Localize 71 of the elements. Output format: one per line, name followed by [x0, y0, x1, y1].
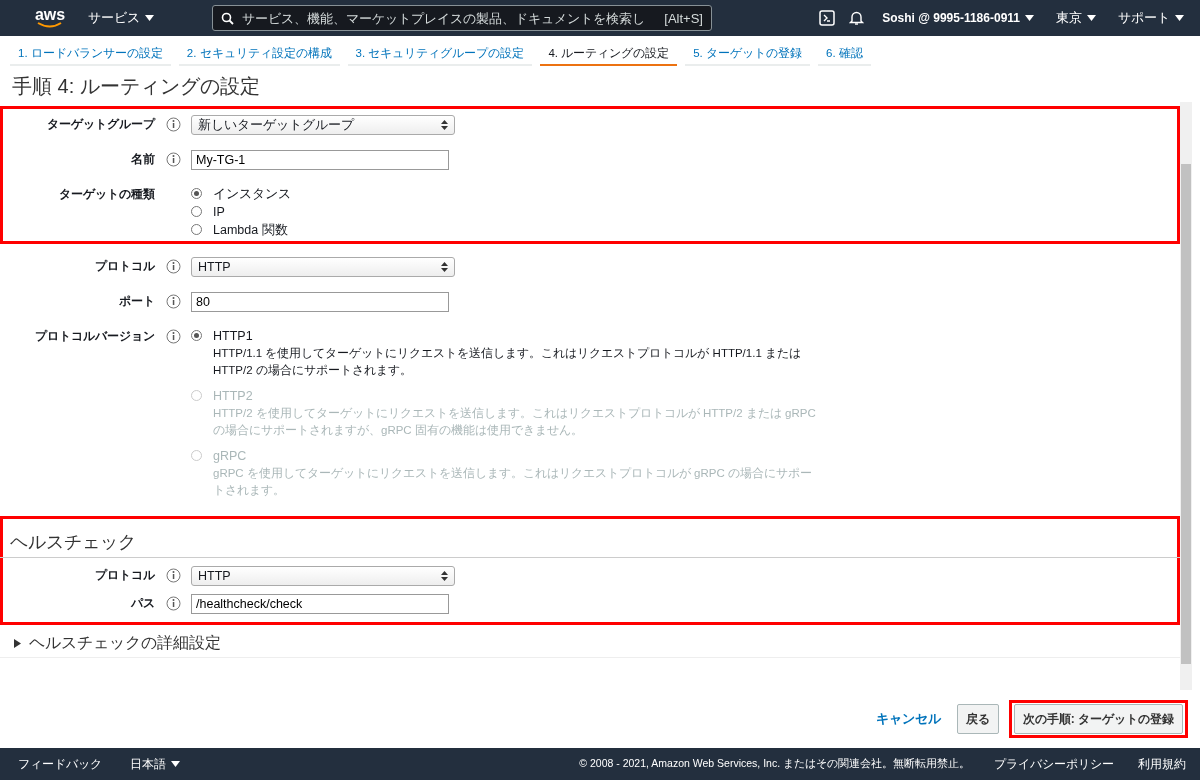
radio-label: IP [213, 204, 226, 221]
field-label: ターゲットの種類 [58, 186, 155, 202]
radio-button[interactable] [191, 330, 202, 341]
updown-arrows-icon [441, 571, 448, 581]
updown-arrows-icon [441, 262, 448, 272]
expander-toggle[interactable]: ヘルスチェックの詳細設定 [0, 629, 235, 657]
info-icon[interactable] [166, 259, 181, 274]
bell-icon[interactable] [849, 10, 865, 26]
radio-button[interactable] [191, 224, 202, 235]
step-tab[interactable]: 1. ロードバランサーの設定 [10, 42, 171, 66]
field-label: ポート [118, 293, 155, 309]
dropdown[interactable]: HTTP [191, 566, 455, 586]
dropdown[interactable]: 新しいターゲットグループ [191, 115, 455, 135]
search-field[interactable]: サービス、機能、マーケットプレイスの製品、ドキュメントを検索し [Alt+S] [212, 5, 712, 31]
next-button[interactable]: 次の手順: ターゲットの登録 [1013, 704, 1183, 734]
step-tab[interactable]: 3. セキュリティグループの設定 [347, 42, 533, 66]
privacy-link[interactable]: プライバシーポリシー [994, 755, 1114, 773]
region-menu[interactable]: 東京 [1052, 9, 1100, 27]
info-icon[interactable] [166, 294, 181, 309]
step-tab[interactable]: 5. ターゲットの登録 [685, 42, 810, 66]
account-menu[interactable]: Soshi @ 9995-1186-0911 [878, 11, 1038, 25]
shortcut-hint: [Alt+S] [664, 10, 703, 26]
field-label: プロトコル [94, 258, 155, 274]
page-title: 手順 4: ルーティングの設定 [12, 74, 261, 98]
caret-icon [171, 761, 180, 767]
caret-icon [1087, 15, 1096, 21]
radio-label: gRPC [213, 448, 248, 465]
services-menu[interactable]: サービス [84, 9, 158, 27]
back-button[interactable]: 戻る [956, 704, 999, 734]
input-field[interactable]: /healthcheck/check [191, 594, 449, 614]
radio-label: HTTP1 [213, 328, 254, 345]
field-label: プロトコルバージョン [34, 328, 155, 344]
option-description: gRPC を使用してターゲットにリクエストを送信します。これはリクエストプロトコルが gRPC の場合にサポートされます。 [213, 466, 813, 498]
caret-icon [14, 638, 21, 648]
info-icon[interactable] [166, 329, 181, 344]
language-menu[interactable]: 日本語 [126, 755, 184, 773]
field-label: プロトコル [94, 567, 155, 583]
option-description: HTTP/2 を使用してターゲットにリクエストを送信します。これはリクエストプロトコルが HTTP/2 または gRPC の場合にサポートされますが、gRPC 固有の機能は使用できません。 [213, 406, 817, 438]
feedback-link[interactable]: フィードバック [18, 755, 102, 773]
section-heading: ヘルスチェック [0, 523, 1180, 558]
aws-logo[interactable]: aws [30, 8, 70, 28]
scrollbar[interactable] [1180, 102, 1192, 690]
info-icon[interactable] [166, 596, 181, 611]
caret-icon [1175, 15, 1184, 21]
caret-icon [145, 15, 154, 21]
caret-icon [1025, 15, 1034, 21]
step-tab[interactable]: 6. 確認 [818, 42, 871, 66]
input-field[interactable]: My-TG-1 [191, 150, 449, 170]
step-tab[interactable]: 2. セキュリティ設定の構成 [178, 42, 340, 66]
search-icon [221, 11, 234, 25]
radio-button[interactable] [191, 206, 202, 217]
field-label: パス [130, 595, 155, 611]
step-tab[interactable]: 4. ルーティングの設定 [540, 42, 678, 66]
radio-button[interactable] [191, 188, 202, 199]
input-field[interactable]: 80 [191, 292, 449, 312]
info-icon[interactable] [166, 117, 181, 132]
info-icon[interactable] [166, 152, 181, 167]
dropdown[interactable]: HTTP [191, 257, 455, 277]
updown-arrows-icon [441, 120, 448, 130]
support-menu[interactable]: サポート [1114, 9, 1188, 27]
info-icon[interactable] [166, 568, 181, 583]
radio-label: HTTP2 [213, 388, 254, 405]
terminal-icon[interactable] [819, 10, 836, 26]
radio-label: インスタンス [213, 186, 292, 203]
copyright-text: © 2008 - 2021, Amazon Web Services, Inc. またはその関連会社。無断転用禁止。 [579, 757, 970, 771]
field-label: ターゲットグループ [46, 116, 155, 132]
terms-link[interactable]: 利用規約 [1138, 755, 1186, 773]
option-description: HTTP/1.1 を使用してターゲットにリクエストを送信します。これはリクエストプロトコルが HTTP/1.1 または HTTP/2 の場合にサポートされます。 [213, 346, 802, 378]
radio-label: Lambda 関数 [213, 222, 289, 239]
field-label: 名前 [130, 151, 155, 167]
cancel-link[interactable]: キャンセル [869, 709, 947, 729]
